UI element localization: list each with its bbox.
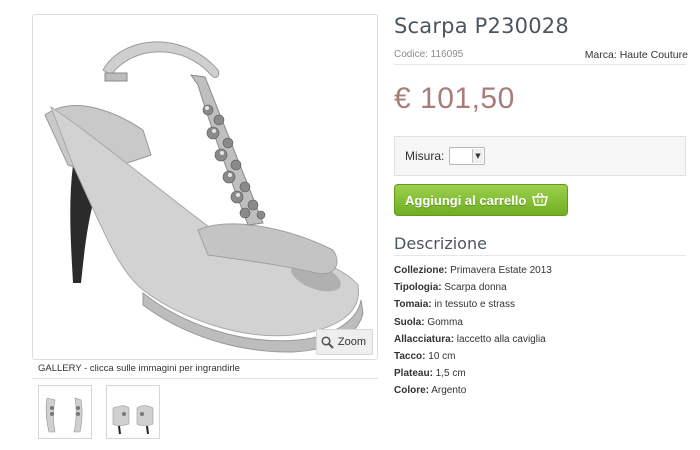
divider — [394, 64, 686, 65]
attribute-row: Tipologia: Scarpa donna — [394, 279, 552, 296]
product-options: Misura: ▼ — [394, 136, 686, 176]
attribute-value: Argento — [429, 385, 467, 397]
attribute-row: Suola: Gomma — [394, 314, 552, 331]
add-to-cart-button[interactable]: Aggiungi al carrello — [394, 184, 568, 216]
thumbnail-image — [112, 405, 154, 435]
select-arrow-icon: ▼ — [472, 149, 483, 163]
attribute-value: 10 cm — [425, 351, 456, 363]
size-select[interactable]: ▼ — [449, 147, 485, 165]
divider — [394, 255, 686, 256]
attribute-row: Collezione: Primavera Estate 2013 — [394, 262, 552, 279]
attribute-key: Colore: — [394, 385, 429, 397]
add-to-cart-label: Aggiungi al carrello — [405, 192, 527, 208]
attribute-value: laccetto alla caviglia — [454, 333, 546, 345]
size-label: Misura: — [405, 149, 445, 163]
attribute-row: Allacciatura: laccetto alla caviglia — [394, 331, 552, 348]
attribute-row: Tomaia: in tessuto e strass — [394, 296, 552, 313]
attribute-value: Gomma — [424, 316, 463, 328]
zoom-button[interactable]: Zoom — [315, 329, 373, 355]
zoom-icon — [321, 335, 334, 349]
attribute-row: Plateau: 1,5 cm — [394, 365, 552, 382]
attribute-key: Tacco: — [394, 351, 426, 363]
thumbnail-image — [45, 397, 83, 433]
cart-icon — [532, 193, 549, 206]
attribute-row: Tacco: 10 cm — [394, 348, 552, 365]
thumbnail-1[interactable] — [38, 385, 92, 439]
description-title: Descrizione — [394, 234, 487, 253]
attribute-key: Collezione: — [394, 265, 448, 276]
attribute-key: Suola: — [394, 316, 425, 328]
attribute-key: Tipologia: — [394, 282, 442, 294]
sandal-image — [44, 41, 364, 353]
gallery-caption: GALLERY - clicca sulle immagini per ingr… — [38, 363, 240, 374]
product-code: Codice: 116095 — [394, 49, 464, 60]
description-attributes: Collezione: Primavera Estate 2013 Tipolog… — [394, 262, 552, 400]
main-product-image[interactable]: Zoom — [32, 14, 378, 360]
attribute-key: Allacciatura: — [394, 333, 455, 345]
thumbnail-2[interactable] — [106, 385, 160, 439]
product-title: Scarpa P230028 — [394, 14, 569, 38]
attribute-value: 1,5 cm — [432, 368, 466, 380]
attribute-value: in tessuto e strass — [431, 299, 515, 311]
attribute-key: Plateau: — [394, 368, 433, 380]
attribute-key: Tomaia: — [394, 299, 432, 311]
product-price: € 101,50 — [394, 82, 515, 115]
divider — [32, 378, 378, 379]
attribute-value: Scarpa donna — [441, 282, 507, 294]
product-brand: Marca: Haute Couture — [584, 49, 688, 61]
attribute-row: Colore: Argento — [394, 382, 552, 399]
zoom-label: Zoom — [337, 336, 366, 348]
attribute-value: Primavera Estate 2013 — [447, 265, 552, 276]
